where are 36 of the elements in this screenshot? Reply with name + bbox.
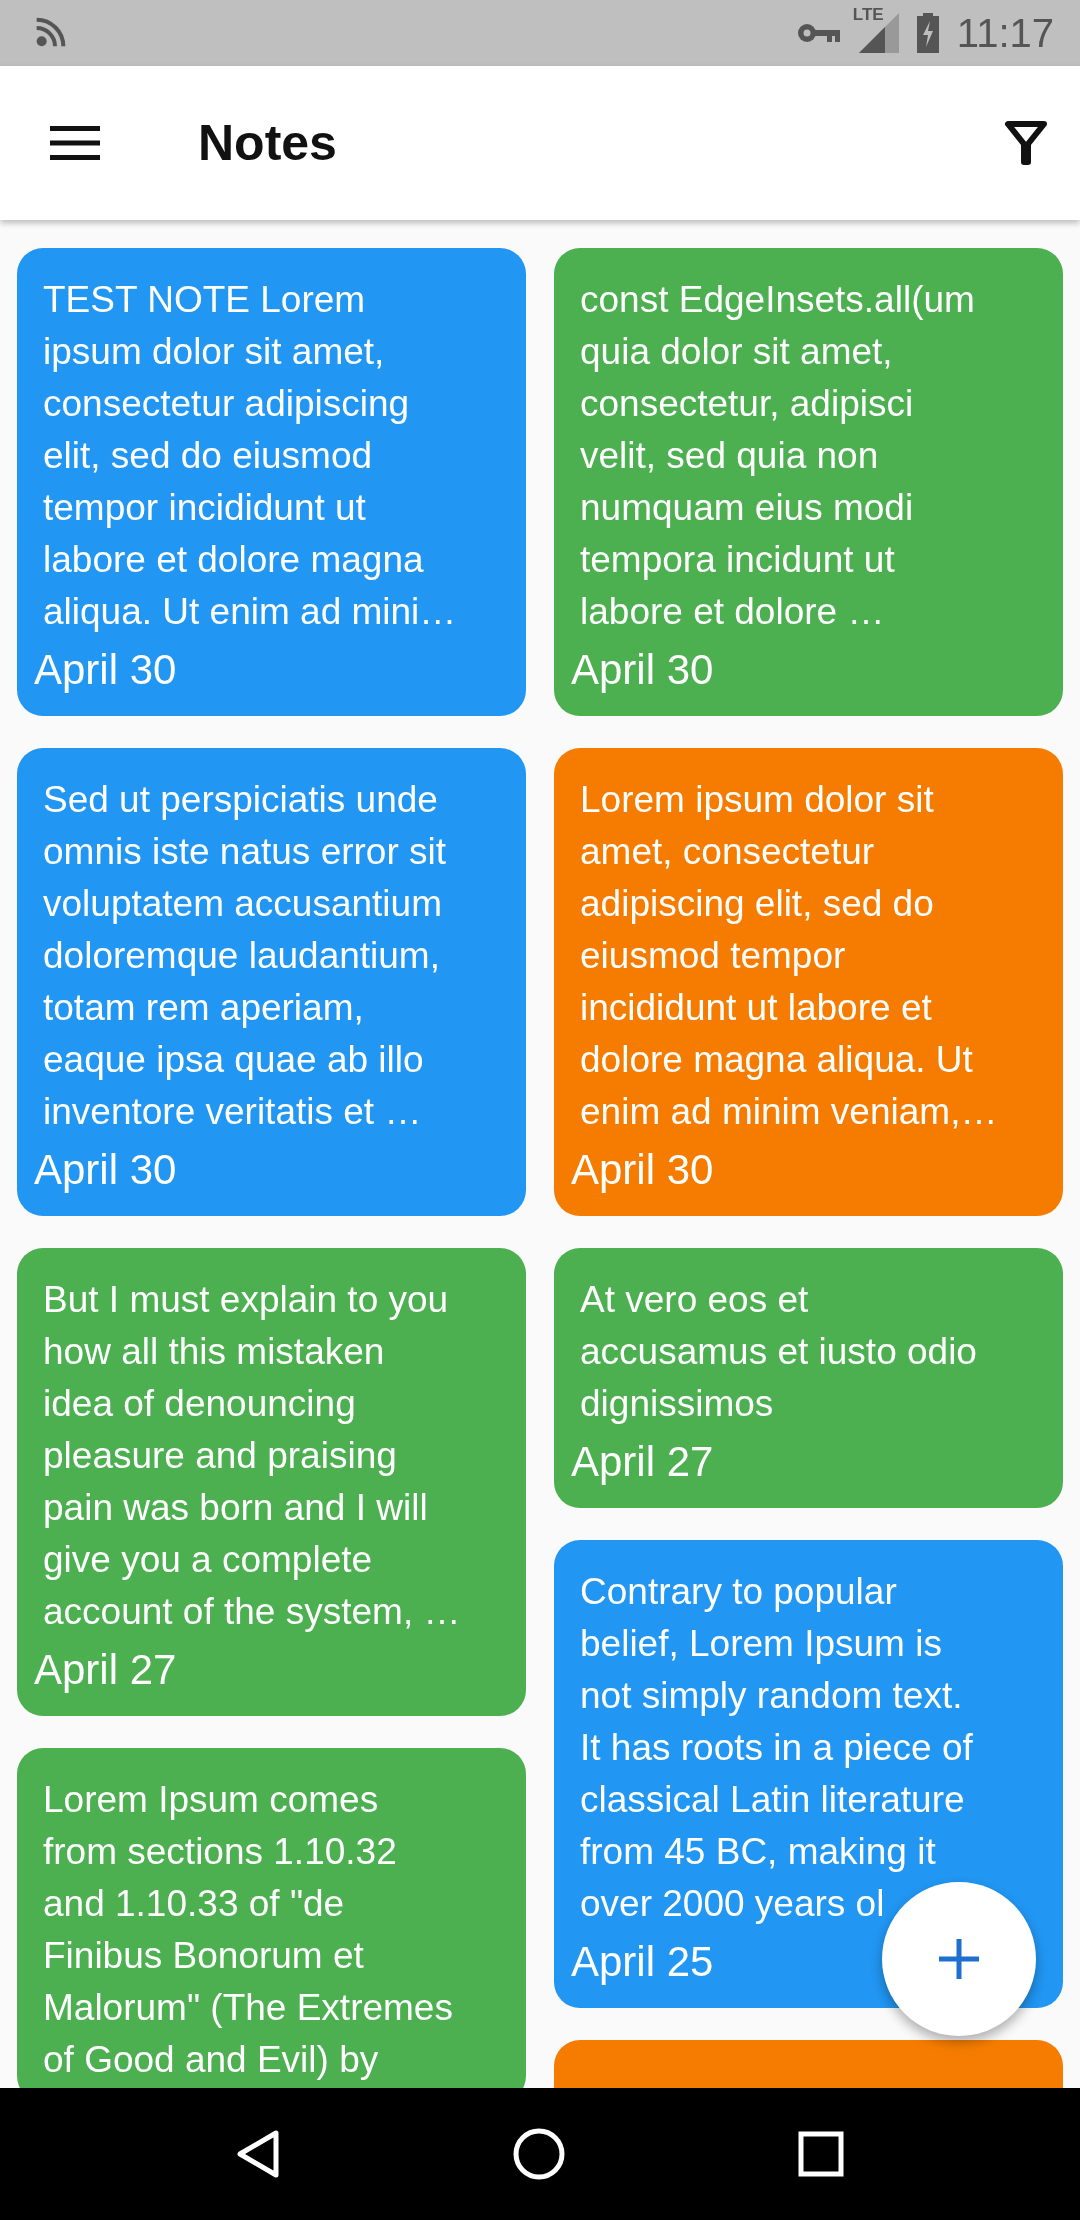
note-date: April 27 <box>34 1645 177 1695</box>
clock-time: 11:17 <box>956 10 1054 56</box>
note-text: Contrary to popular belief, Lorem Ipsum is not simply random text. It has roots in a piece of classical Latin literature from 45 BC, making it over 2000 years ol <box>580 1570 974 1926</box>
menu-button[interactable] <box>50 126 100 160</box>
note-date: April 30 <box>34 645 177 695</box>
note-text: TEST NOTE Lorem ipsum dolor sit amet, consectetur adipiscing elit, sed do eiusmod tempor incididunt ut labore et dolore magna aliqua. Ut enim ad mini… <box>43 278 458 634</box>
app-title: Notes <box>198 114 337 172</box>
network-type: LTE <box>852 5 884 25</box>
note-card[interactable]: Contrary to popular belief, Lorem Ipsum is not simply random text. It has roots in a piece of classical Latin literature from 45 BC, making it over 2000 years ol April 25 <box>554 1540 1063 2008</box>
note-date: April 27 <box>571 1437 714 1487</box>
back-icon[interactable] <box>236 2129 281 2179</box>
menu-icon <box>50 126 100 160</box>
note-date: April 25 <box>571 1937 714 1987</box>
home-icon[interactable] <box>513 2128 565 2180</box>
note-card[interactable]: const EdgeInsets.all(um quia dolor sit amet, consectetur, adipisci velit, sed quia non numquam eius modi tempora incidunt ut labore et dolore … April 30 <box>554 248 1063 716</box>
note-card[interactable]: At vero eos et accusamus et iusto odio dignissimos April 27 <box>554 1248 1063 1508</box>
note-date: April 30 <box>34 1145 177 1195</box>
note-text: Lorem ipsum dolor sit amet, consectetur adipiscing elit, sed do eiusmod tempor incididunt ut labore et dolore magna aliqua. Ut enim ad minim veniam,… <box>580 778 999 1134</box>
note-text: Sed ut perspiciatis unde omnis iste natus error sit voluptatem accusantium doloremque laudantium, totam rem aperiam, eaque ipsa quae ab illo inventore veritatis et … <box>43 778 448 1134</box>
note-text: At vero eos et accusamus et iusto odio dignissimos <box>580 1278 978 1426</box>
note-card[interactable]: Lorem Ipsum comes from sections 1.10.32 and 1.10.33 of "de Finibus Bonorum et Malorum" (The Extremes of Good and Evil) by <box>17 1748 526 2088</box>
note-card[interactable]: Lorem ipsum dolor sit amet, consectetur adipiscing elit, sed do eiusmod tempor incididunt ut labore et dolore magna aliqua. Ut enim ad minim veniam,… April 30 <box>554 748 1063 1216</box>
battery-charging-icon <box>916 13 939 53</box>
filter-button[interactable] <box>1004 120 1048 166</box>
note-text: But I must explain to you how all this mistaken idea of denouncing pleasure and praising pain was born and I will give you a complete account of the system, … <box>43 1278 462 1634</box>
note-card[interactable]: TEST NOTE Lorem ipsum dolor sit amet, consectetur adipiscing elit, sed do eiusmod tempor incididunt ut labore et dolore magna aliqua. Ut enim ad mini… April 30 <box>17 248 526 716</box>
filter-icon <box>1004 120 1048 166</box>
note-text: Lorem Ipsum comes from sections 1.10.32 and 1.10.33 of "de Finibus Bonorum et Malorum" (The Extremes of Good and Evil) by <box>43 1778 454 2082</box>
note-date: April 30 <box>571 1145 714 1195</box>
note-text: const EdgeInsets.all(um quia dolor sit amet, consectetur, adipisci velit, sed quia non numquam eius modi tempora incidunt ut labore et dolore … <box>580 278 976 634</box>
note-date: April 30 <box>571 645 714 695</box>
recents-icon[interactable] <box>797 2131 844 2177</box>
note-card[interactable]: Sed ut perspiciatis unde omnis iste natus error sit voluptatem accusantium doloremque laudantium, totam rem aperiam, eaque ipsa quae ab illo inventore veritatis et … April 30 <box>17 748 526 1216</box>
plus-icon <box>939 1939 979 1979</box>
note-card[interactable]: But I must explain to you how all this mistaken idea of denouncing pleasure and praising pain was born and I will give you a complete account of the system, … April 27 <box>17 1248 526 1716</box>
key-icon <box>796 21 841 45</box>
